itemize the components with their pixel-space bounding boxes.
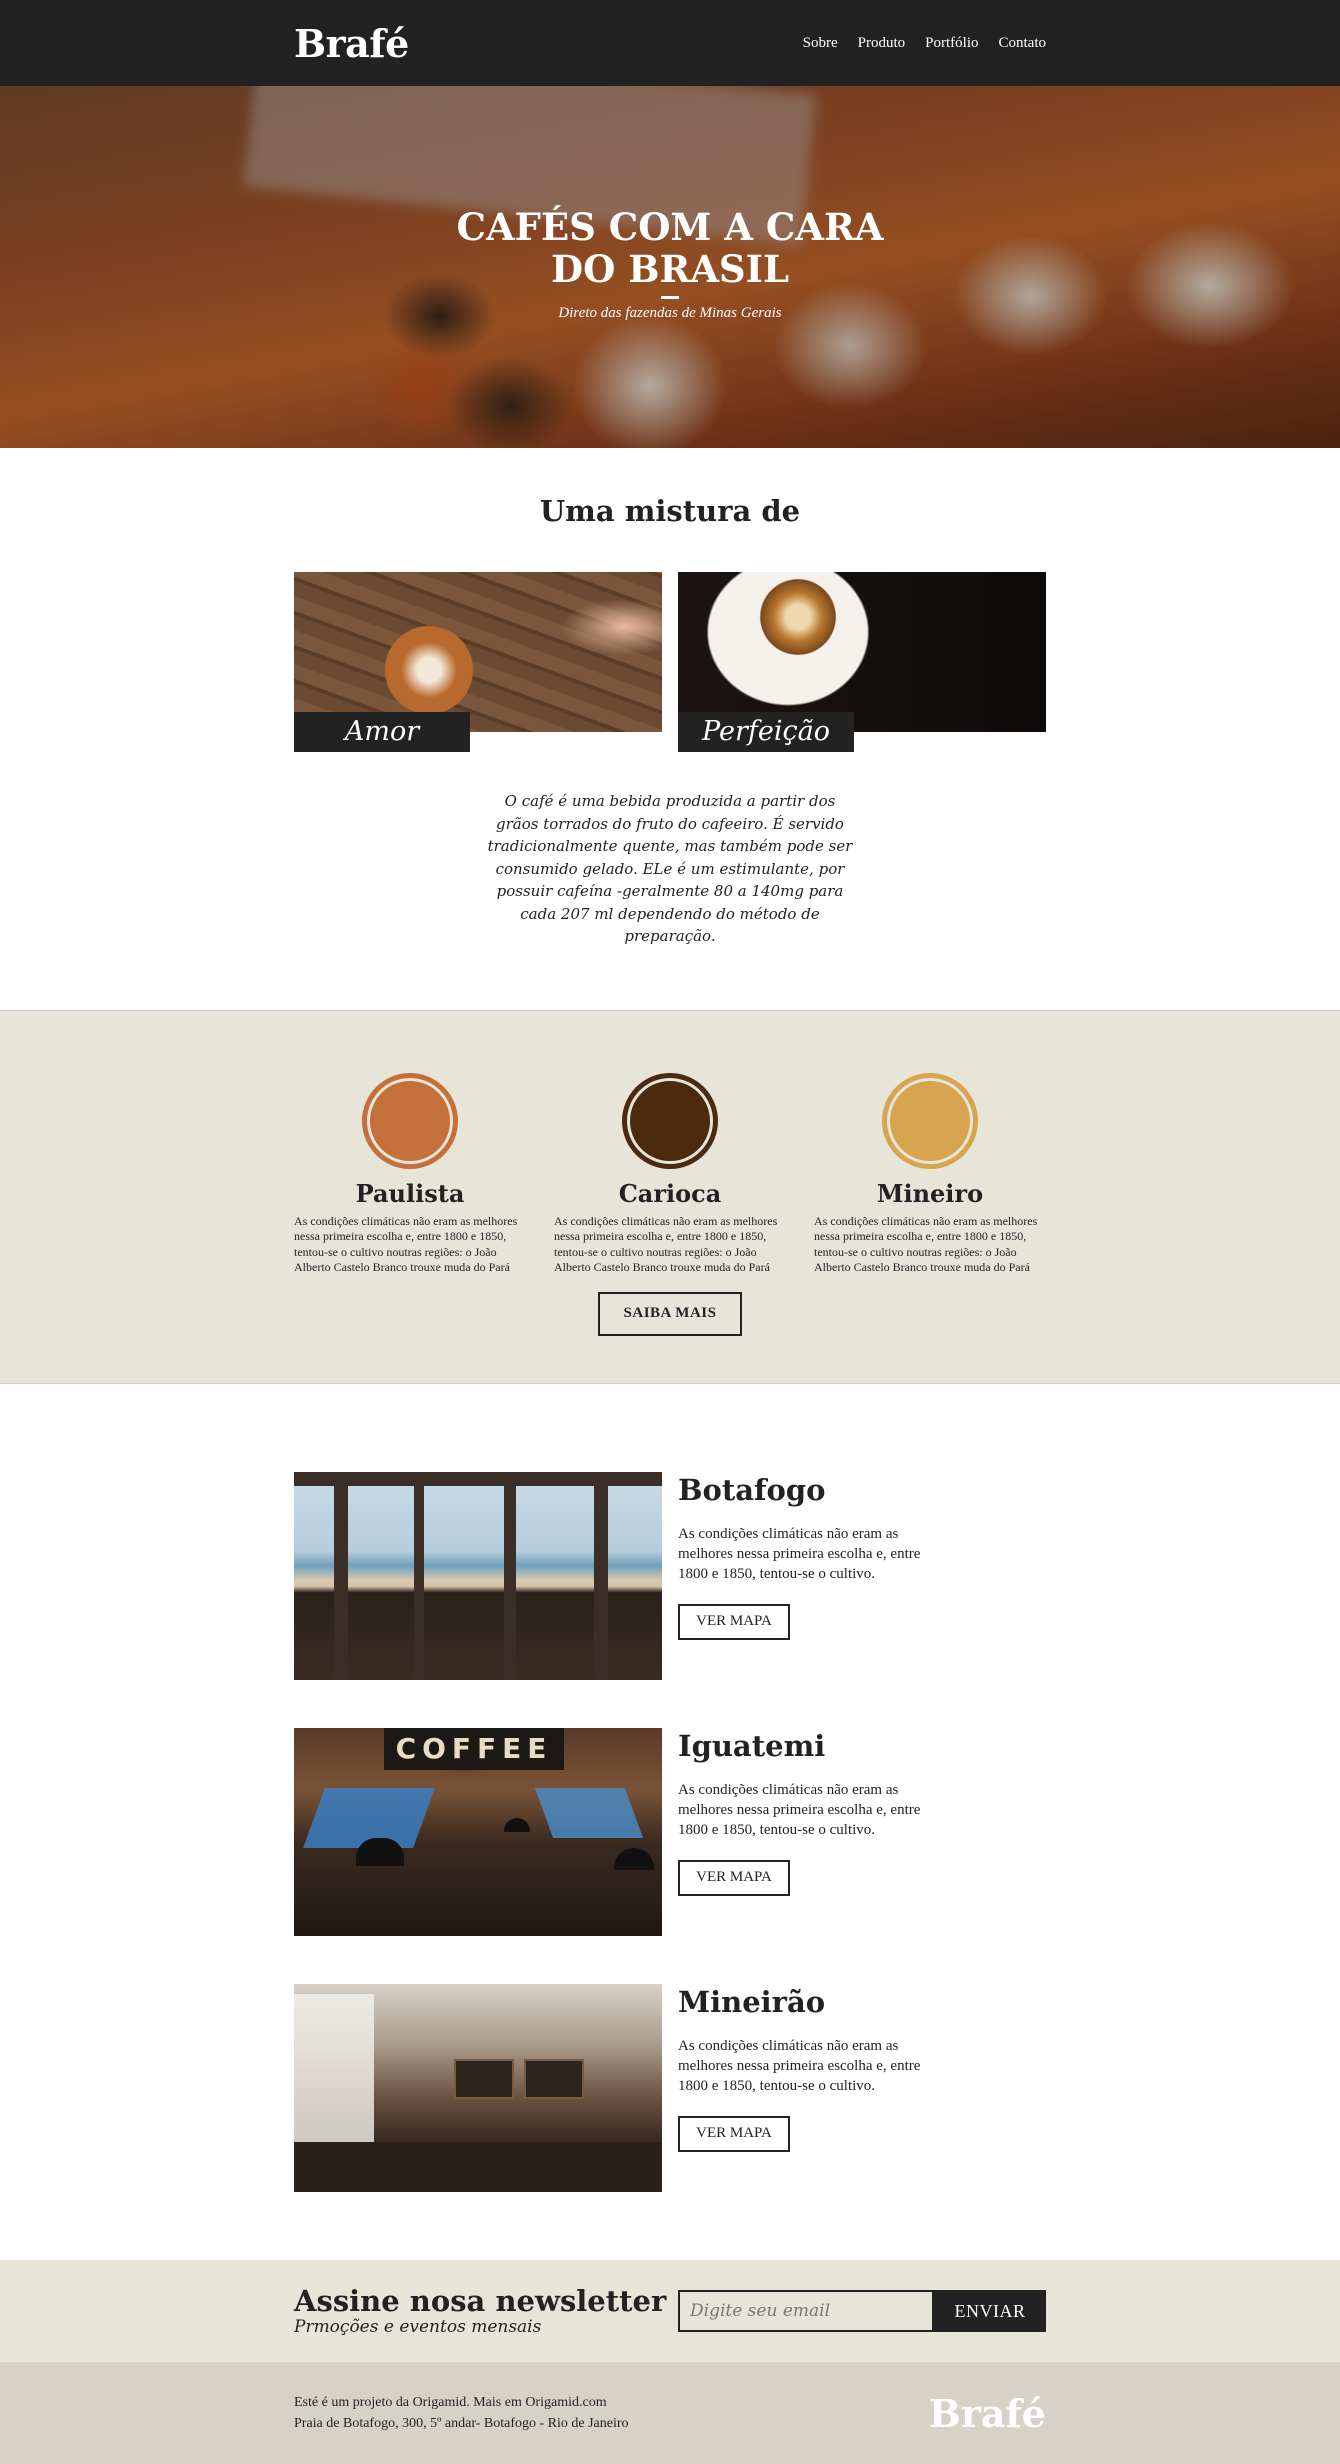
footer-credit: Esté é um projeto da Origamid. Mais em O… [294, 2395, 607, 2410]
blend-color-swatch [882, 1072, 978, 1169]
hero-banner: CAFÉS COM A CARA DO BRASIL Direto das fa… [0, 86, 1340, 448]
blend-color-swatch [622, 1072, 718, 1169]
location-description: As condições climáticas não eram as melh… [678, 1781, 921, 1838]
photo-label: Amor [294, 712, 470, 752]
nav-link-sobre[interactable]: Sobre [803, 35, 838, 52]
mistura-description: O café é uma bebida produzida a partir d… [487, 792, 853, 945]
blend-name: Paulista [355, 1178, 465, 1208]
email-field[interactable] [678, 2290, 934, 2332]
blend-description: As condições climáticas não eram as melh… [554, 1213, 778, 1275]
blend-mineiro: Mineiro As condições climáticas não eram… [814, 1072, 1046, 1276]
site-logo[interactable]: Brafé [294, 21, 409, 66]
blend-paulista: Paulista As condições climáticas não era… [294, 1072, 526, 1276]
blend-name: Mineiro [876, 1178, 984, 1208]
ver-mapa-button[interactable]: VER MAPA [678, 2115, 790, 2152]
location-title: Botafogo [678, 1472, 826, 1507]
location-title: Iguatemi [678, 1728, 826, 1763]
cafe-mineirao-image [294, 1983, 662, 2192]
lamp-icon [614, 1847, 654, 1870]
newsletter-form: ENVIAR [678, 2290, 1046, 2332]
cafe-botafogo-image [294, 1471, 662, 1680]
saiba-mais-button[interactable]: SAIBA MAIS [598, 1291, 742, 1336]
photo-card-perfeicao: Perfeição [678, 572, 1046, 752]
locations-section: Botafogo As condições climáticas não era… [0, 1384, 1340, 2192]
location-iguatemi: COFFEE Iguatemi As condições climáticas … [294, 1727, 1046, 1936]
footer-logo: Brafé [928, 2390, 1046, 2436]
cappuccino-image [678, 572, 1046, 732]
lamp-icon [356, 1837, 404, 1866]
location-info: Botafogo As condições climáticas não era… [678, 1472, 928, 1680]
main-nav: Sobre Produto Portfólio Contato [803, 35, 1046, 52]
location-description: As condições climáticas não eram as melh… [678, 2037, 921, 2094]
footer-address: Praia de Botafogo, 300, 5º andar- Botafo… [294, 2416, 629, 2431]
enviar-button[interactable]: ENVIAR [934, 2290, 1046, 2332]
blends-section: Paulista As condições climáticas não era… [0, 1009, 1340, 1384]
hero-title: CAFÉS COM A CARA DO BRASIL [456, 205, 884, 291]
coffee-sign: COFFEE [384, 1727, 564, 1770]
mistura-section: Uma mistura de Amor Perfeição O café é u… [0, 448, 1340, 948]
ver-mapa-button[interactable]: VER MAPA [678, 1859, 790, 1896]
newsletter-heading: Assine nosa newsletter Prmoções e evento… [294, 2285, 666, 2337]
nav-link-portfolio[interactable]: Portfólio [925, 35, 978, 52]
location-description: As condições climáticas não eram as melh… [678, 1525, 921, 1582]
location-title: Mineirão [678, 1984, 826, 2019]
blend-description: As condições climáticas não eram as melh… [294, 1213, 518, 1275]
cafe-iguatemi-image: COFFEE [294, 1727, 662, 1936]
latte-art-image [294, 572, 662, 732]
location-info: Mineirão As condições climáticas não era… [678, 1984, 928, 2192]
blend-carioca: Carioca As condições climáticas não eram… [554, 1072, 786, 1276]
section-title: Uma mistura de [539, 494, 801, 528]
lamp-icon [504, 1817, 530, 1832]
location-info: Iguatemi As condições climáticas não era… [678, 1728, 928, 1936]
ver-mapa-button[interactable]: VER MAPA [678, 1603, 790, 1640]
site-footer: Esté é um projeto da Origamid. Mais em O… [0, 2362, 1340, 2464]
location-mineirao: Mineirão As condições climáticas não era… [294, 1983, 1046, 2192]
photo-card-amor: Amor [294, 572, 662, 752]
blend-name: Carioca [618, 1178, 722, 1208]
hero-divider [661, 296, 679, 299]
newsletter-section: Assine nosa newsletter Prmoções e evento… [0, 2260, 1340, 2362]
blend-description: As condições climáticas não eram as melh… [814, 1213, 1038, 1275]
newsletter-title: Assine nosa newsletter [294, 2284, 667, 2318]
site-header: Brafé Sobre Produto Portfólio Contato [0, 0, 1340, 86]
nav-link-produto[interactable]: Produto [858, 35, 906, 52]
nav-link-contato[interactable]: Contato [999, 35, 1047, 52]
blend-row: Paulista As condições climáticas não era… [294, 1072, 1046, 1276]
hero-subtitle: Direto das fazendas de Minas Gerais [558, 305, 782, 321]
hero-content: CAFÉS COM A CARA DO BRASIL Direto das fa… [0, 206, 1340, 322]
footer-info: Esté é um projeto da Origamid. Mais em O… [294, 2392, 629, 2434]
photo-label: Perfeição [678, 712, 854, 752]
newsletter-subtitle: Prmoções e eventos mensais [294, 2317, 542, 2337]
blend-color-swatch [362, 1072, 458, 1169]
location-botafogo: Botafogo As condições climáticas não era… [294, 1471, 1046, 1680]
photo-row: Amor Perfeição [294, 572, 1046, 752]
